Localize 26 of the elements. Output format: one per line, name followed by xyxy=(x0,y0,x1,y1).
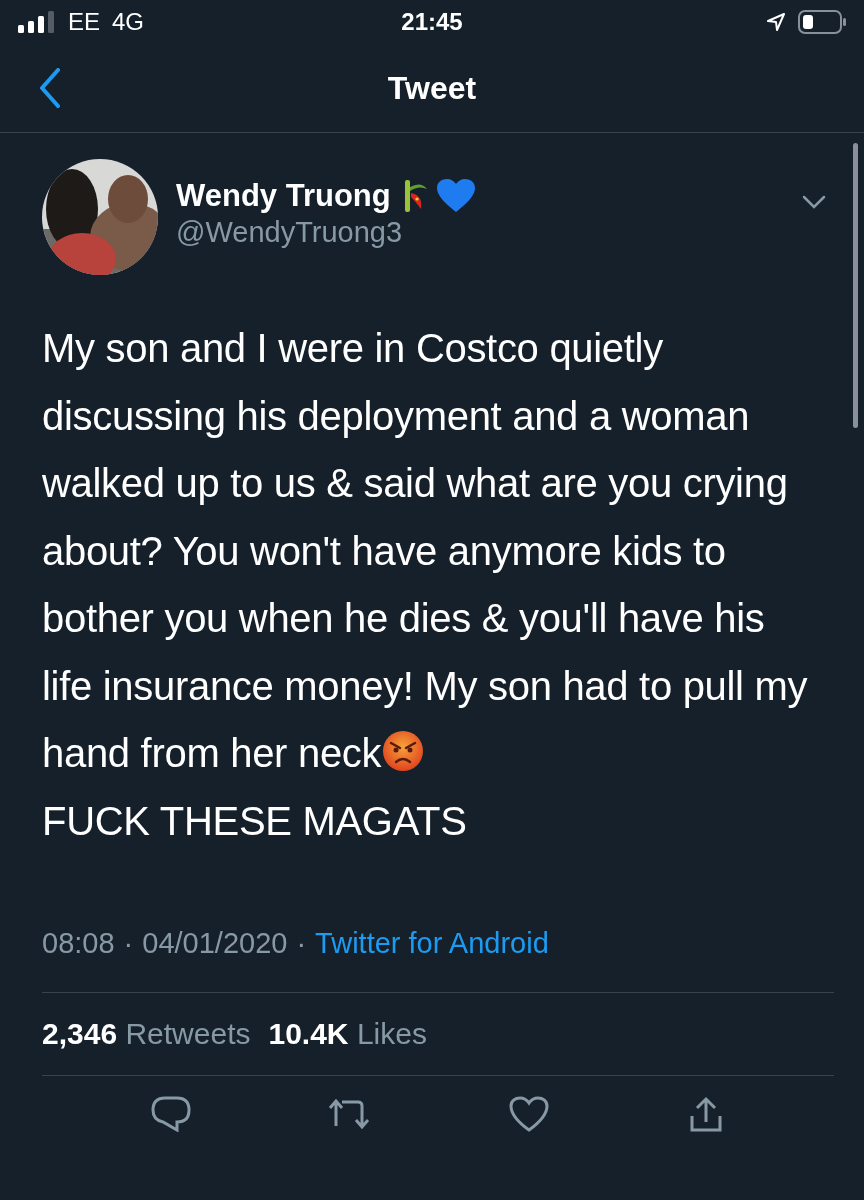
reply-icon[interactable] xyxy=(150,1096,191,1132)
signal-icon xyxy=(18,11,56,33)
stat-count[interactable]: 2,346 Retweets xyxy=(42,1017,251,1051)
user-name[interactable]: Wendy Truong xyxy=(176,177,391,214)
chevron-down-icon[interactable] xyxy=(802,195,826,209)
battery-icon xyxy=(798,10,846,34)
tweet-text: My son and I were in Costco quietly discussing his deployment and a woman walked up to us & said what are you crying about? You won't have anymore kids to bother you when he dies & you'll have his life insurance money! My son had to pull my hand from her neck xyxy=(42,325,809,777)
page-title: Tweet xyxy=(387,69,477,107)
carrier-name: EE xyxy=(68,8,100,36)
scrollbar[interactable] xyxy=(853,143,858,428)
tweet-time: 08:08 xyxy=(42,927,115,960)
network-type: 4G xyxy=(112,8,145,36)
separator-dot: · xyxy=(123,927,134,960)
retweet-icon[interactable] xyxy=(327,1096,372,1132)
user-handle[interactable]: @WendyTruong3 xyxy=(176,215,784,249)
source-link[interactable]: Twitter for Android xyxy=(315,927,549,960)
clock: 21:45 xyxy=(401,8,463,36)
location-icon xyxy=(766,12,786,32)
like-icon[interactable] xyxy=(508,1096,549,1132)
separator-dot: · xyxy=(296,927,307,960)
angry-face-icon xyxy=(381,729,426,773)
back-icon[interactable] xyxy=(38,68,62,108)
heart-icon xyxy=(436,178,475,213)
tweet-text: FUCK THESE MAGATS xyxy=(42,797,468,845)
tweet-date: 04/01/2020 xyxy=(142,927,288,960)
stat-count[interactable]: 10.4K Likes xyxy=(268,1017,427,1051)
